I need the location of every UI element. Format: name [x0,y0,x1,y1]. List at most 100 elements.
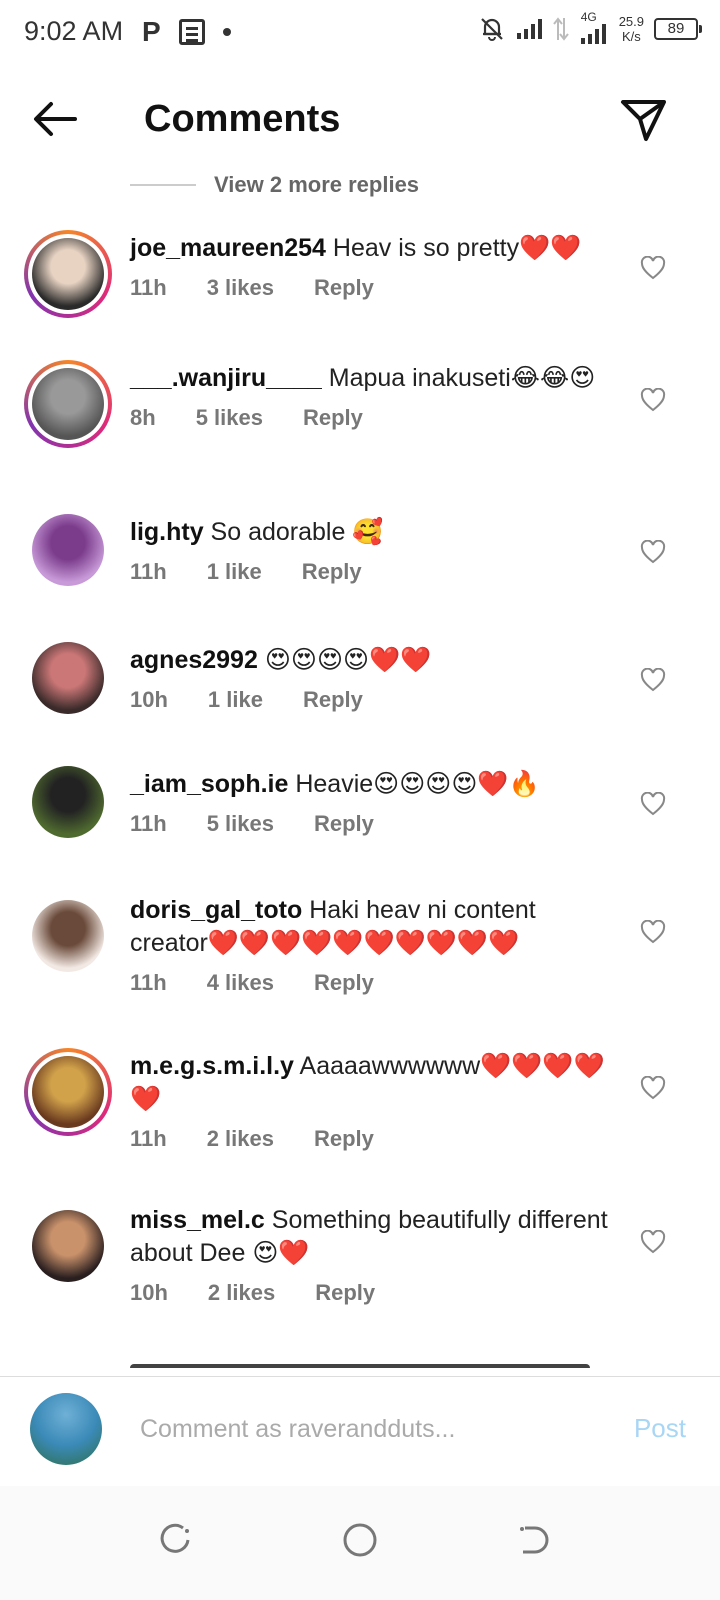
heart-outline-icon [640,387,666,412]
like-button[interactable] [640,1075,668,1104]
app-header: Comments [0,64,720,168]
back-nav-button[interactable] [508,1516,556,1564]
comment-text: miss_mel.c Something beautifully differe… [130,1204,620,1270]
comment-time: 11h [130,970,167,995]
home-circle-icon [343,1523,377,1557]
avatar[interactable] [24,1048,112,1136]
comment-likes[interactable]: 2 likes [208,1280,275,1306]
avatar[interactable] [24,758,112,846]
reply-button[interactable]: Reply [314,1126,374,1152]
comment-item: _iam_soph.ie Heavie😍😍😍😍❤️🔥 11h 5 likes Repl… [0,758,720,884]
comment-likes[interactable]: 1 like [207,559,262,585]
like-button[interactable] [640,387,668,416]
post-button[interactable]: Post [634,1413,686,1444]
reply-button[interactable]: Reply [315,1280,375,1306]
like-button[interactable] [640,539,668,568]
reply-button[interactable]: Reply [314,275,374,301]
replies-divider [130,184,196,186]
home-button[interactable] [336,1516,384,1564]
avatar[interactable] [24,230,112,318]
comment-likes[interactable]: 2 likes [207,1126,274,1152]
comment-username[interactable]: ___.wanjiru____ [130,364,322,392]
my-avatar [30,1393,102,1465]
comment-time: 10h [130,1280,168,1305]
back-nav-icon [520,1526,549,1554]
comment-meta: 11h 3 likes Reply [130,275,620,301]
avatar-image [32,238,104,310]
comment-item: miss_mel.c Something beautifully differe… [0,1194,720,1348]
silent-bell-icon [480,18,503,41]
avatar[interactable] [24,360,112,448]
arrow-left-icon [34,102,77,136]
signal-4g-icon [580,24,606,44]
comment-time: 11h [130,1126,167,1151]
comment-composer: Post [0,1376,720,1486]
comment-username[interactable]: _iam_soph.ie [130,770,288,798]
partial-comment-row [0,1362,720,1376]
comment-likes[interactable]: 5 likes [196,405,263,431]
avatar[interactable] [24,892,112,980]
comment-likes[interactable]: 1 like [208,687,263,713]
avatar-image [32,368,104,440]
like-button[interactable] [640,667,668,696]
like-button[interactable] [640,919,668,948]
comment-time: 10h [130,687,168,712]
signal-icon [516,19,542,39]
comment-meta: 11h 1 like Reply [130,559,620,585]
status-time: 9:02 AM [24,16,124,46]
comment-username[interactable]: miss_mel.c [130,1206,265,1234]
battery-icon: 89 [654,18,702,40]
news-icon [178,19,205,45]
reply-button[interactable]: Reply [303,687,363,713]
comment-meta: 8h 5 likes Reply [130,405,620,431]
comment-meta: 10h 1 like Reply [130,687,620,713]
share-button[interactable] [618,94,668,144]
heart-outline-icon [640,539,666,564]
avatar-image [32,642,104,714]
comment-username[interactable]: doris_gal_toto [130,896,302,924]
network-speed: 25.9 K/s [618,14,644,44]
comment-item: agnes2992 😍😍😍😍❤️❤️ 10h 1 like Reply [0,634,720,758]
avatar-image [32,900,104,972]
heart-outline-icon [640,1075,666,1100]
comment-body: So adorable 🥰 [203,518,384,546]
comment-likes[interactable]: 3 likes [207,275,274,301]
comment-username[interactable]: lig.hty [130,518,204,546]
comment-username[interactable]: agnes2992 [130,646,258,674]
avatar[interactable] [24,506,112,594]
comment-text: m.e.g.s.m.i.l.y Aaaaawwwwww❤️❤️❤️❤️❤️ [130,1050,620,1116]
comment-time: 11h [130,811,167,836]
comments-list[interactable]: joe_maureen254 Heav is so pretty❤️❤️ 11h 3… [0,222,720,1402]
comment-time: 8h [130,405,156,430]
comment-meta: 11h 2 likes Reply [130,1126,620,1152]
avatar-image [32,1056,104,1128]
reply-button[interactable]: Reply [314,970,374,996]
reply-button[interactable]: Reply [303,405,363,431]
back-button[interactable] [30,94,80,144]
comment-body: Heavie😍😍😍😍❤️🔥 [288,770,540,798]
like-button[interactable] [640,255,668,284]
comment-text: lig.hty So adorable 🥰 [130,516,620,549]
like-button[interactable] [640,1229,668,1258]
comment-item: m.e.g.s.m.i.l.y Aaaaawwwwww❤️❤️❤️❤️❤️ 11h… [0,1040,720,1194]
avatar-image [32,766,104,838]
heart-outline-icon [640,791,666,816]
status-bar: 9:02 AM P 4G 25.9 K/s 89 [0,0,720,64]
comment-likes[interactable]: 5 likes [207,811,274,837]
reply-button[interactable]: Reply [302,559,362,585]
avatar[interactable] [24,634,112,722]
parking-icon: P [142,16,161,47]
paper-plane-icon [621,100,666,141]
recent-apps-icon [160,1523,190,1553]
comment-username[interactable]: m.e.g.s.m.i.l.y [130,1052,294,1080]
recent-apps-button[interactable] [152,1516,200,1564]
reply-button[interactable]: Reply [314,811,374,837]
view-more-replies[interactable]: View 2 more replies [130,168,419,202]
comment-likes[interactable]: 4 likes [207,970,274,996]
comment-input[interactable] [140,1407,540,1451]
like-button[interactable] [640,791,668,820]
avatar-image [32,1210,104,1282]
avatar[interactable] [24,1202,112,1290]
comment-body: 😍😍😍😍❤️❤️ [257,646,432,674]
comment-username[interactable]: joe_maureen254 [130,234,326,262]
